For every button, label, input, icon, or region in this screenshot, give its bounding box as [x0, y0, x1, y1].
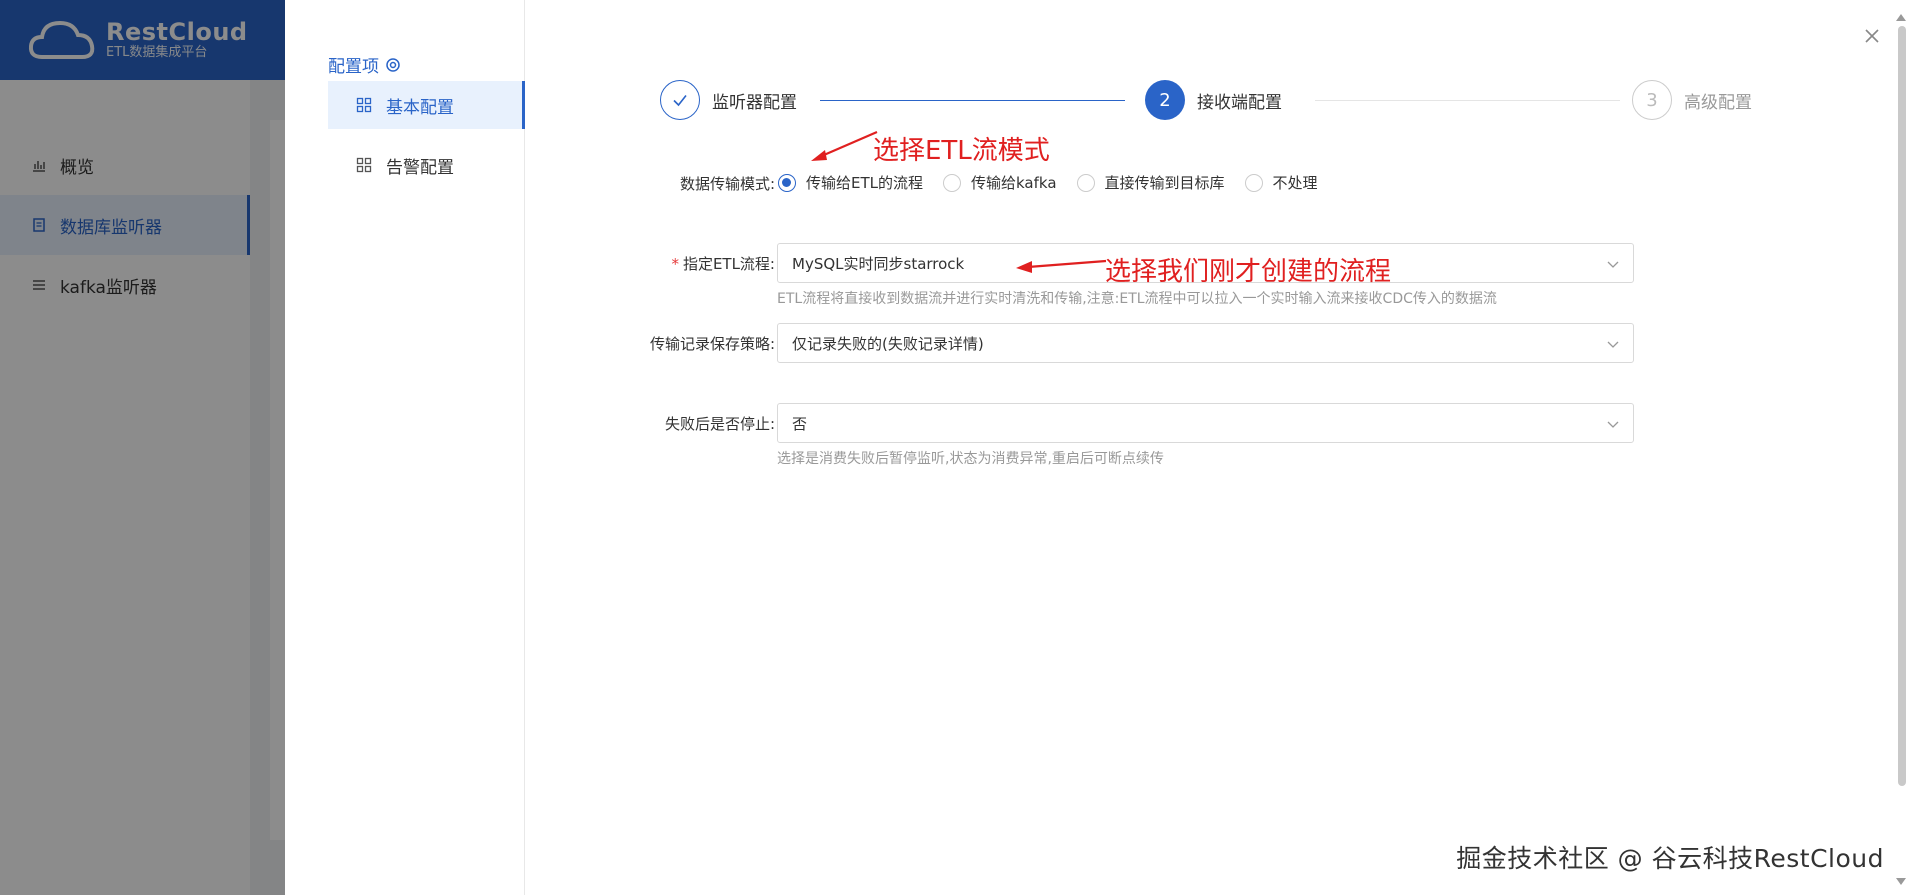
close-icon[interactable]	[1860, 24, 1884, 48]
radio-unchecked-icon	[1244, 173, 1263, 192]
scroll-up-arrow[interactable]	[1896, 14, 1906, 21]
record-policy-value: 仅记录失败的(失败记录详情)	[792, 334, 984, 353]
radio-label: 传输给ETL的流程	[806, 174, 923, 192]
radio-unchecked-icon	[1076, 173, 1095, 192]
radio-checked-icon	[778, 173, 796, 192]
config-panel-title: 配置项	[328, 52, 401, 77]
config-title-text: 配置项	[328, 57, 379, 77]
step-connector	[820, 100, 1125, 101]
watermark: 掘金技术社区 @ 谷云科技RestCloud	[1456, 844, 1884, 873]
config-panel: 配置项 基本配置 告警配置	[285, 0, 525, 895]
record-policy-label: 传输记录保存策略:	[649, 335, 775, 353]
config-item-label: 告警配置	[386, 157, 454, 178]
grid-icon	[356, 157, 372, 173]
step-advanced-config[interactable]: 3 高级配置	[1632, 80, 1752, 120]
step-connector	[1315, 100, 1620, 101]
annotation-arrow	[1016, 259, 1107, 273]
transfer-mode-label: 数据传输模式:	[679, 175, 775, 193]
scrollbar-thumb[interactable]	[1898, 26, 1906, 786]
step-number: 2	[1145, 80, 1185, 120]
step-label: 接收端配置	[1197, 92, 1282, 113]
step-listener-config[interactable]: 监听器配置	[660, 80, 797, 120]
config-drawer: 配置项 基本配置 告警配置 监听器配置 2 接收端配置 3 高级配置 选择ETL…	[285, 0, 1910, 895]
scroll-down-arrow[interactable]	[1896, 878, 1906, 885]
config-item-basic[interactable]: 基本配置	[328, 81, 525, 129]
stop-on-fail-hint: 选择是消费失败后暂停监听,状态为消费异常,重启后可断点续传	[777, 451, 1164, 467]
radio-kafka[interactable]: 传输给kafka	[943, 172, 1057, 193]
radio-etl-flow[interactable]: 传输给ETL的流程	[778, 172, 923, 193]
step-label: 监听器配置	[712, 92, 797, 113]
stop-on-fail-select[interactable]: 否	[777, 403, 1634, 443]
steps-bar: 监听器配置 2 接收端配置 3 高级配置	[660, 80, 1800, 122]
settings-icon	[385, 57, 401, 73]
record-policy-select[interactable]: 仅记录失败的(失败记录详情)	[777, 323, 1634, 363]
step-number: 3	[1632, 80, 1672, 120]
transfer-mode-radio-group: 传输给ETL的流程 传输给kafka 直接传输到目标库 不处理	[778, 172, 1338, 193]
radio-label: 不处理	[1272, 174, 1318, 192]
etl-flow-hint: ETL流程将直接收到数据流并进行实时清洗和传输,注意:ETL流程中可以拉入一个实…	[777, 291, 1497, 307]
radio-label: 直接传输到目标库	[1104, 174, 1225, 192]
step-receiver-config[interactable]: 2 接收端配置	[1145, 80, 1282, 120]
annotation-flow: 选择我们刚才创建的流程	[1105, 257, 1392, 287]
step-label: 高级配置	[1684, 92, 1752, 113]
stop-on-fail-label: 失败后是否停止:	[664, 415, 775, 433]
etl-flow-label: * 指定ETL流程:	[465, 253, 775, 274]
radio-none[interactable]: 不处理	[1244, 172, 1318, 193]
annotation-mode: 选择ETL流模式	[873, 136, 1050, 166]
stop-on-fail-value: 否	[792, 414, 808, 433]
check-icon	[660, 80, 700, 120]
etl-flow-label-text: 指定ETL流程:	[682, 255, 775, 273]
chevron-down-icon	[1607, 256, 1619, 268]
radio-target-db[interactable]: 直接传输到目标库	[1076, 172, 1225, 193]
grid-icon	[356, 97, 372, 113]
chevron-down-icon	[1607, 336, 1619, 348]
radio-label: 传输给kafka	[971, 174, 1057, 192]
chevron-down-icon	[1607, 416, 1619, 428]
required-mark: *	[671, 255, 679, 273]
etl-flow-value: MySQL实时同步starrock	[792, 254, 965, 273]
radio-unchecked-icon	[943, 173, 961, 192]
config-item-label: 基本配置	[386, 97, 454, 118]
